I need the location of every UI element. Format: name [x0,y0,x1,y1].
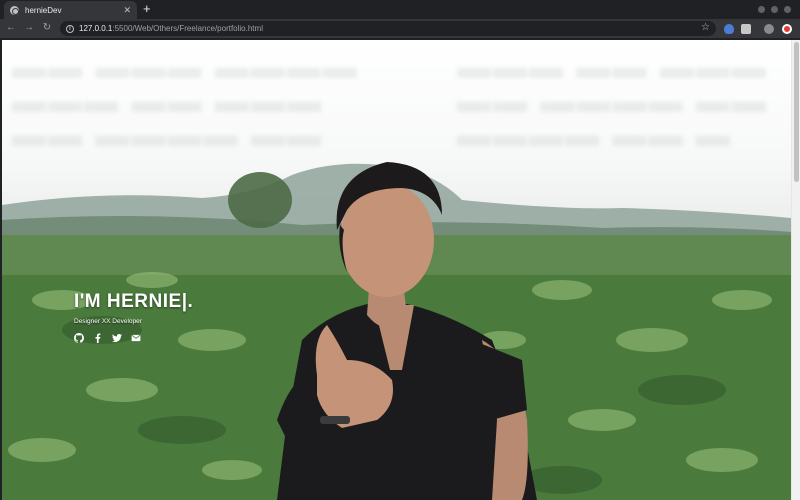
email-icon[interactable] [131,330,141,342]
maximize-button[interactable] [771,6,778,13]
url-host: 127.0.0.1 [79,24,113,33]
reload-icon[interactable]: ↻ [40,21,54,35]
url-path: :5500/Web/Others/Freelance/portfolio.htm… [112,24,263,33]
github-icon[interactable] [74,330,84,343]
hero-background-photo [2,162,791,500]
new-tab-button[interactable]: + [143,2,151,16]
tab-title: hernieDev [25,5,62,15]
page-scrollbar[interactable] [791,40,800,500]
hero-heading: I'M HERNIE|. [74,291,194,312]
back-arrow-icon[interactable]: ← [4,21,18,35]
close-icon[interactable]: ✕ [123,5,131,15]
menu-icon[interactable] [782,24,792,34]
profile-avatar-icon[interactable] [764,24,774,34]
address-bar[interactable]: i 127.0.0.1 :5500/Web/Others/Freelance/p… [60,21,716,36]
info-icon[interactable]: i [66,24,74,33]
browser-toolbar: ← → ↻ i 127.0.0.1 :5500/Web/Others/Freel… [0,19,800,38]
forward-arrow-icon[interactable]: → [22,21,36,35]
page-viewport: ▬▬ ▬▬▬ ▬▬▬▬ ▬▬▬ ▬▬ ▬▬▬ ▬▬ ▬▬▬▬ ▬▬ ▬▬▬ ▬▬ ▬… [2,40,791,500]
scrollbar-thumb[interactable] [794,42,799,182]
globe-icon [10,5,19,15]
close-window-button[interactable] [784,6,791,13]
facebook-icon[interactable] [93,330,103,343]
extension-icon[interactable] [741,24,751,34]
tab-strip: hernieDev ✕ + [0,0,800,19]
browser-tab[interactable]: hernieDev ✕ [4,1,137,19]
hero-section: I'M HERNIE|. Designer XX Developer [74,291,194,343]
social-links [74,330,193,343]
hero-subtitle: Designer XX Developer [74,318,142,325]
minimize-button[interactable] [758,6,765,13]
shield-extension-icon[interactable] [724,24,734,34]
bookmark-star-icon[interactable]: ☆ [701,22,710,33]
twitter-icon[interactable] [112,330,122,343]
